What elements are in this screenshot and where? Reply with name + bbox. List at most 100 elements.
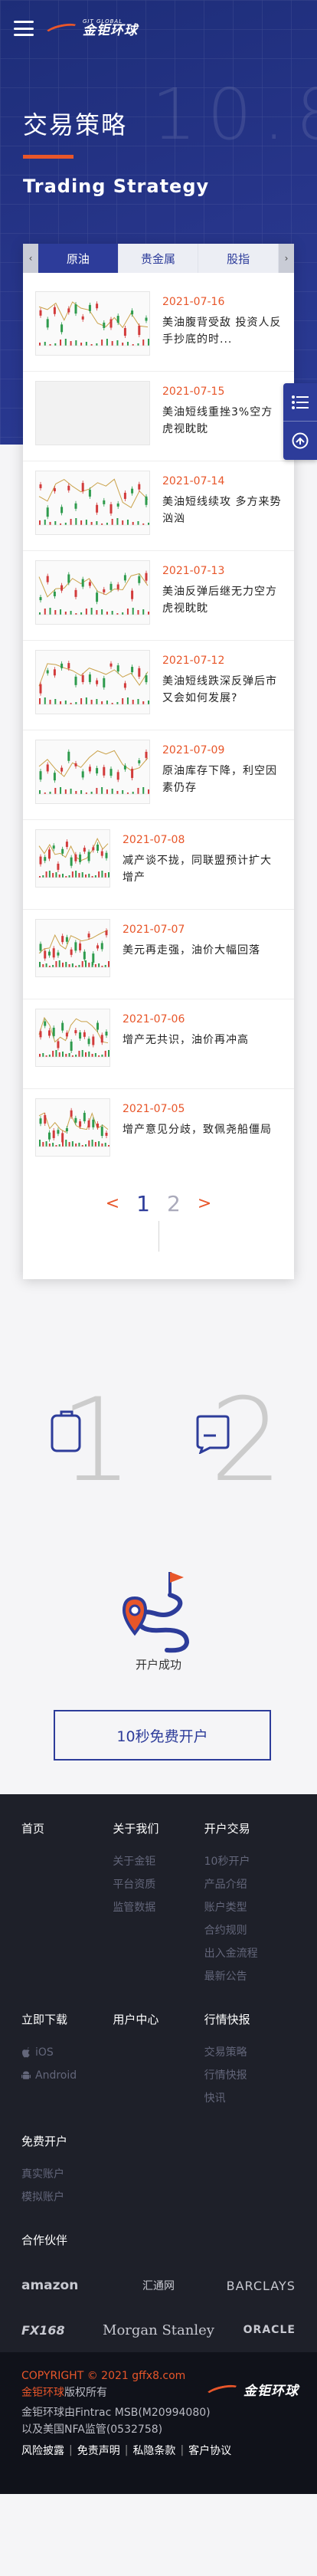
article-info: 2021-07-15 美油短线重挫3%空方虎视眈眈 [162, 381, 282, 438]
article-item[interactable]: 2021-07-07 美元再走强，油价大幅回落 [23, 910, 294, 999]
article-info: 2021-07-16 美油腹背受敌 投资人反手抄底的时... [162, 291, 282, 348]
separator: | [124, 2444, 129, 2456]
article-info: 2021-07-13 美油反弹后继无力空方虎视眈眈 [162, 560, 282, 617]
download-android-label: Android [35, 2069, 77, 2082]
legal-agreement-link[interactable]: 客户协议 [188, 2443, 231, 2458]
legal-disclaimer-link[interactable]: 免责声明 [77, 2443, 120, 2458]
article-chart-thumbnail[interactable] [35, 291, 150, 356]
article-chart-thumbnail[interactable] [35, 919, 110, 977]
article-info: 2021-07-06 增产无共识，油价再冲高 [123, 1009, 282, 1048]
footer-link[interactable]: 快讯 [204, 2087, 296, 2110]
footer-link[interactable]: 账户类型 [204, 1896, 296, 1919]
legal-risk-link[interactable]: 风险披露 [21, 2443, 64, 2458]
article-date: 2021-07-07 [123, 924, 185, 936]
article-info: 2021-07-08 减产谈不拢，同联盟预计扩大增产 [123, 829, 282, 886]
footer-link[interactable]: 合约规则 [204, 1919, 296, 1942]
footer-head-download: 立即下载 [21, 2013, 68, 2026]
download-android[interactable]: Android [21, 2064, 113, 2087]
article-item[interactable]: 2021-07-16 美油腹背受敌 投资人反手抄底的时... [23, 282, 294, 372]
footer-link[interactable]: 10秒开户 [204, 1850, 296, 1873]
tab-precious-metals[interactable]: 贵金属 [118, 244, 199, 273]
footer-link[interactable]: 行情快报 [204, 2064, 296, 2087]
footer-link[interactable]: 真实账户 [21, 2163, 296, 2186]
copyright-bar: COPYRIGHT © 2021 gffx8.com 金钜环球版权所有 金钜环球… [0, 2352, 317, 2494]
article-item[interactable]: 2021-07-09 原油库存下降，利空因素仍存 [23, 730, 294, 820]
site-logo[interactable]: GIT GLOBAL 金钜环球 [44, 19, 138, 38]
article-title[interactable]: 美油短线重挫3%空方虎视眈眈 [162, 404, 282, 438]
article-chart-thumbnail[interactable] [35, 1009, 110, 1067]
back-to-top-icon[interactable] [283, 422, 317, 460]
free-account-button[interactable]: 10秒免费开户 [54, 1710, 271, 1761]
footer-link[interactable]: 产品介绍 [204, 1873, 296, 1896]
footer-col-market: 行情快报 交易策略 行情快报 快讯 [204, 2011, 296, 2110]
footer-head-home[interactable]: 首页 [21, 1820, 113, 1836]
footer-head-about[interactable]: 关于我们 [113, 1820, 204, 1836]
footer-col-about: 关于我们 关于金钜 平台资质 监管数据 [113, 1820, 204, 1988]
footer-link[interactable]: 交易策略 [204, 2041, 296, 2064]
tabs-prev-arrow-icon[interactable]: ‹ [23, 244, 38, 273]
article-title[interactable]: 增产无共识，油价再冲高 [123, 1032, 282, 1048]
step-number-2: 2 [210, 1374, 283, 1508]
pager-page-1[interactable]: 1 [136, 1191, 150, 1216]
pager-prev-icon[interactable]: < [106, 1194, 119, 1213]
footer-head-market[interactable]: 行情快报 [204, 2011, 296, 2027]
partner-fx168-logo: FX168 [21, 2322, 65, 2338]
tab-crude-oil[interactable]: 原油 [38, 244, 119, 273]
footer-link[interactable]: 关于金钜 [113, 1850, 204, 1873]
pager-page-2[interactable]: 2 [167, 1191, 181, 1216]
article-title[interactable]: 原油库存下降，利空因素仍存 [162, 763, 282, 796]
footer-head-free-account[interactable]: 免费开户 [21, 2133, 296, 2149]
hamburger-menu-icon[interactable] [14, 21, 34, 36]
account-steps: 1 2 开户成功 10秒免费开户 [0, 1334, 317, 1794]
article-title[interactable]: 增产意见分歧，致佩尧船僵局 [123, 1121, 282, 1138]
article-date: 2021-07-09 [162, 744, 225, 756]
article-info: 2021-07-12 美油短线跌深反弹后市又会如何发展? [162, 650, 282, 707]
legal-privacy-link[interactable]: 私隐条款 [132, 2443, 175, 2458]
article-title[interactable]: 减产谈不拢，同联盟预计扩大增产 [123, 852, 282, 886]
footer-link[interactable]: 监管数据 [113, 1896, 204, 1919]
footer-link[interactable]: 最新公告 [204, 1965, 296, 1988]
article-list: 2021-07-16 美油腹背受敌 投资人反手抄底的时... 2021-07-15 美… [23, 273, 294, 1179]
article-chart-thumbnail[interactable] [35, 829, 110, 888]
strategy-card: ‹ 原油 贵金属 股指 › 2021-07-16 美油腹背受敌 投资人反手抄底的时… [23, 244, 295, 1279]
article-chart-thumbnail[interactable] [35, 560, 150, 625]
article-title[interactable]: 美油腹背受敌 投资人反手抄底的时... [162, 314, 282, 348]
list-icon[interactable] [283, 383, 317, 422]
article-chart-thumbnail[interactable] [35, 1098, 110, 1157]
apple-icon [22, 2047, 30, 2058]
article-item[interactable]: 2021-07-15 美油短线重挫3%空方虎视眈眈 [23, 372, 294, 461]
copyright-owner-brand: 金钜环球 [21, 2387, 64, 2399]
article-date: 2021-07-15 [162, 386, 225, 398]
pager-next-icon[interactable]: > [198, 1194, 211, 1213]
tabs-next-arrow-icon[interactable]: › [279, 244, 295, 273]
footer-link[interactable]: 平台资质 [113, 1873, 204, 1896]
footer-link[interactable]: 模拟账户 [21, 2186, 296, 2209]
page-subtitle: Trading Strategy [23, 176, 210, 197]
article-chart-thumbnail[interactable] [35, 650, 150, 714]
article-item[interactable]: 2021-07-05 增产意见分歧，致佩尧船僵局 [23, 1089, 294, 1179]
download-ios[interactable]: iOS [21, 2041, 113, 2064]
article-chart-thumbnail[interactable] [35, 740, 150, 804]
tab-stock-index[interactable]: 股指 [198, 244, 279, 273]
article-title[interactable]: 美油反弹后继无力空方虎视眈眈 [162, 583, 282, 617]
article-item[interactable]: 2021-07-14 美油短线续攻 多方来势汹汹 [23, 461, 294, 551]
article-date: 2021-07-06 [123, 1013, 185, 1025]
footer-head-partners: 合作伙伴 [21, 2233, 68, 2247]
download-ios-label: iOS [35, 2046, 54, 2059]
article-item[interactable]: 2021-07-13 美油反弹后继无力空方虎视眈眈 [23, 551, 294, 641]
article-chart-thumbnail[interactable] [35, 381, 150, 445]
footer-link[interactable]: 出入金流程 [204, 1942, 296, 1965]
article-title[interactable]: 美油短线续攻 多方来势汹汹 [162, 494, 282, 527]
article-item[interactable]: 2021-07-06 增产无共识，油价再冲高 [23, 999, 294, 1089]
footer-logo[interactable]: 金钜环球 [205, 2380, 299, 2399]
article-title[interactable]: 美元再走强，油价大幅回落 [123, 942, 282, 959]
partner-morgan-stanley-logo: Morgan Stanley [103, 2322, 214, 2338]
article-title[interactable]: 美油短线跌深反弹后市又会如何发展? [162, 673, 282, 707]
article-info: 2021-07-05 增产意见分歧，致佩尧船僵局 [123, 1098, 282, 1138]
article-item[interactable]: 2021-07-08 减产谈不拢，同联盟预计扩大增产 [23, 820, 294, 910]
footer-head-trade[interactable]: 开户交易 [204, 1820, 296, 1836]
partner-oracle-logo: ORACLE [243, 2324, 296, 2336]
footer-head-user[interactable]: 用户中心 [113, 2011, 204, 2027]
article-chart-thumbnail[interactable] [35, 471, 150, 535]
article-item[interactable]: 2021-07-12 美油短线跌深反弹后市又会如何发展? [23, 641, 294, 730]
